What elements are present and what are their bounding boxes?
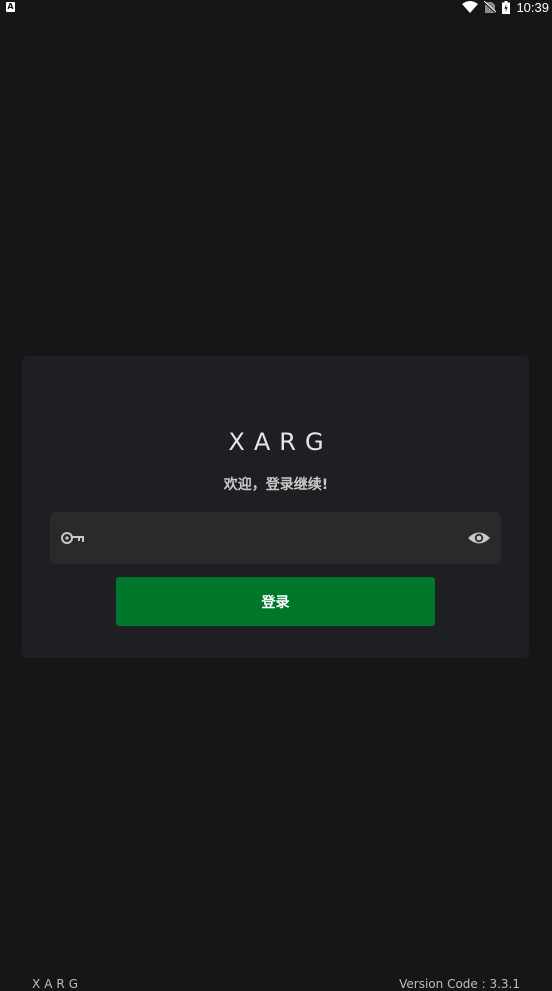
wifi-icon bbox=[462, 1, 479, 13]
key-icon bbox=[60, 527, 86, 549]
version-label: Version Code : 3.3.1 bbox=[399, 977, 520, 991]
battery-charging-icon bbox=[502, 0, 511, 14]
password-input[interactable] bbox=[96, 512, 460, 566]
welcome-message: 欢迎，登录继续! bbox=[223, 477, 329, 493]
clock: 10:39 bbox=[516, 0, 549, 15]
password-field[interactable] bbox=[50, 512, 501, 566]
app-title: XARG bbox=[228, 428, 333, 456]
login-button[interactable]: 登录 bbox=[116, 577, 435, 626]
login-screen: A 10:39 XARG 欢迎，登录继续! 登录 XARG Version Co… bbox=[0, 0, 552, 991]
no-sim-icon bbox=[484, 0, 497, 14]
notification-a-icon: A bbox=[6, 2, 15, 12]
footer-brand: XARG bbox=[32, 977, 83, 991]
status-bar: A 10:39 bbox=[0, 0, 552, 15]
eye-icon[interactable] bbox=[467, 527, 491, 549]
